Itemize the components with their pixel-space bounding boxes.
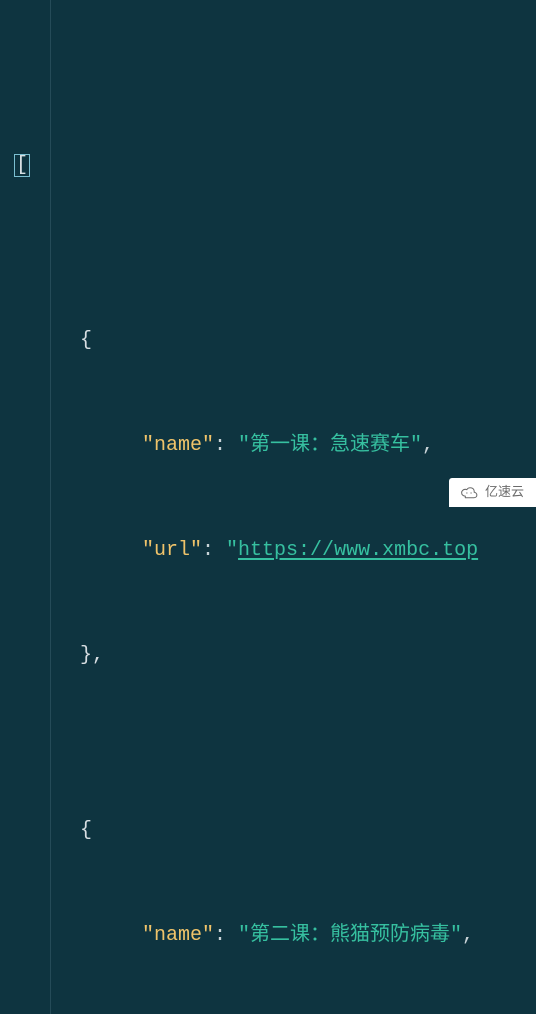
code-editor[interactable]: [ { "name": "第一课：急速赛车", "url": "https://… [0, 0, 536, 1014]
url-link[interactable]: https://www.xmbc.top [238, 539, 478, 562]
cloud-icon [459, 486, 480, 500]
prop-name: "name": "第二课：熊猫预防病毒", [14, 918, 536, 953]
prop-name: "name": "第一课：急速赛车", [14, 428, 536, 463]
watermark-text: 亿速云 [485, 481, 524, 504]
watermark: 亿速云 [449, 478, 536, 507]
brace-open: { [14, 323, 536, 358]
prop-url: "url": "https://www.xmbc.top [14, 533, 536, 568]
brace-open: { [14, 813, 536, 848]
array-open-bracket: [ [14, 154, 30, 177]
line-bracket-open: [ [14, 148, 536, 183]
brace-close: }, [14, 638, 536, 673]
